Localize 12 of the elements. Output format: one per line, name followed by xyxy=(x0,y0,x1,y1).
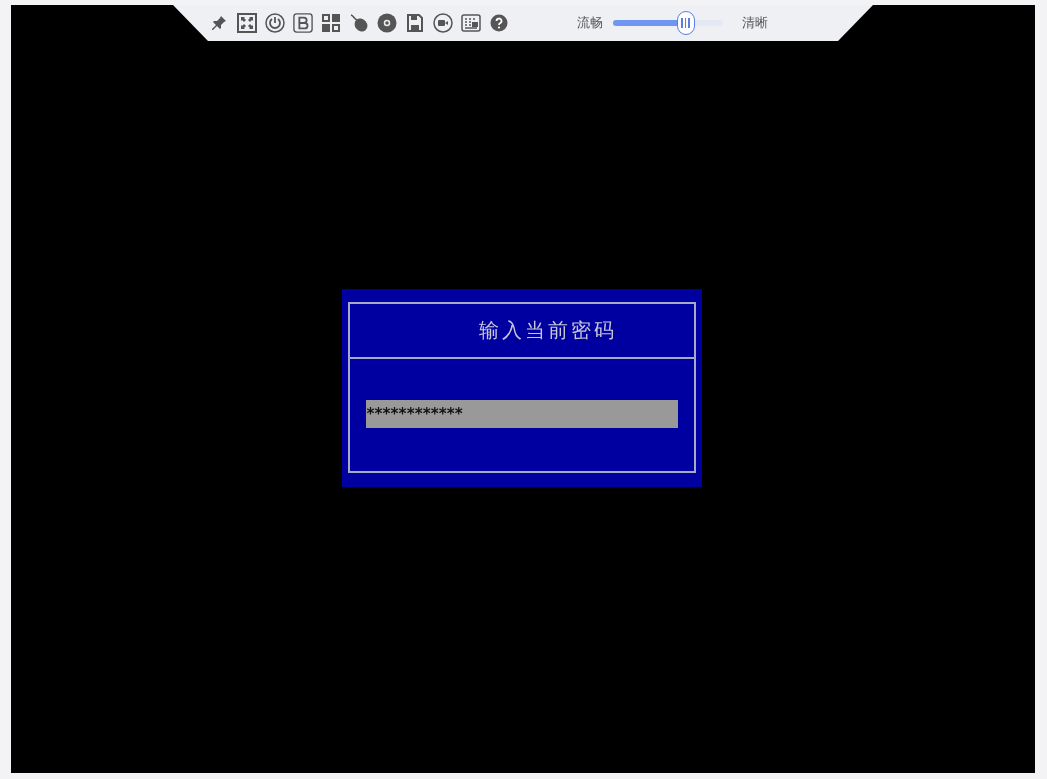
bold-letter-icon[interactable] xyxy=(293,12,313,34)
disc-icon[interactable] xyxy=(377,13,397,33)
password-field[interactable]: ************ xyxy=(366,400,678,428)
dialog-title: 输入当前密码 xyxy=(479,317,617,344)
video-camera-icon[interactable] xyxy=(433,13,453,33)
power-icon[interactable] xyxy=(265,13,285,33)
pin-icon[interactable] xyxy=(211,15,227,31)
help-icon[interactable] xyxy=(490,14,508,32)
clear-label: 清晰 xyxy=(742,14,768,32)
fullscreen-icon[interactable] xyxy=(237,13,257,33)
smooth-label: 流畅 xyxy=(577,14,603,32)
keyboard-icon[interactable] xyxy=(461,14,481,32)
